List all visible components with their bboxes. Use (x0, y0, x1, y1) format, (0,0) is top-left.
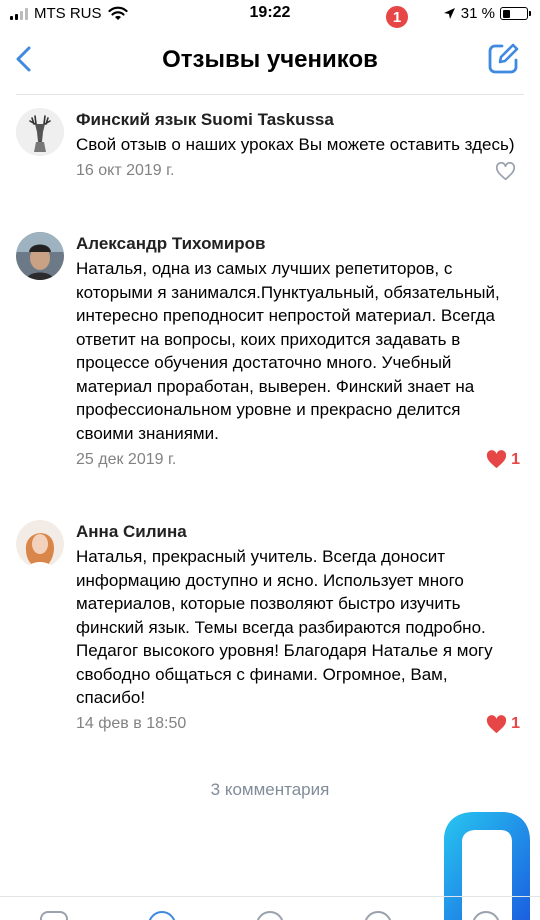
compose-icon[interactable] (486, 42, 520, 76)
page-title: Отзывы учеников (162, 46, 378, 73)
nav-bar: Отзывы учеников (0, 30, 540, 94)
location-arrow-icon (443, 8, 455, 19)
tab-services-icon[interactable] (148, 911, 176, 920)
nav-divider (16, 94, 524, 95)
heart-filled-icon (486, 714, 507, 733)
comment-meta: 14 фев в 18:50 1 (76, 714, 520, 734)
comments-list: Финский язык Suomi Taskussa Свой отзыв о… (0, 96, 540, 733)
tab-bar (0, 896, 540, 920)
tab-news-icon[interactable] (40, 911, 68, 920)
like-button[interactable]: 1 (486, 714, 520, 734)
like-count: 1 (511, 715, 520, 732)
status-bar: MTS RUS 19:22 31 % (0, 0, 540, 30)
user-photo-avatar[interactable] (16, 520, 64, 568)
comment-text: Наталья, прекрасный учитель. Всегда доно… (76, 547, 493, 707)
notification-badge: 1 (384, 4, 410, 30)
tab-friends-icon[interactable] (364, 911, 392, 920)
comment-item: Анна Силина Наталья, прекрасный учитель.… (0, 96, 540, 734)
comment-date: 14 фев в 18:50 (76, 715, 187, 732)
tab-profile-icon[interactable] (472, 911, 500, 920)
battery-percent: 31 % (460, 5, 495, 22)
battery-icon (500, 7, 531, 20)
comments-count-link[interactable]: 3 комментария (0, 780, 540, 800)
battery-fill (502, 9, 510, 18)
comment-author[interactable]: Анна Силина (76, 520, 520, 544)
tab-messages-icon[interactable] (256, 911, 284, 920)
status-right: 31 % (443, 5, 531, 22)
